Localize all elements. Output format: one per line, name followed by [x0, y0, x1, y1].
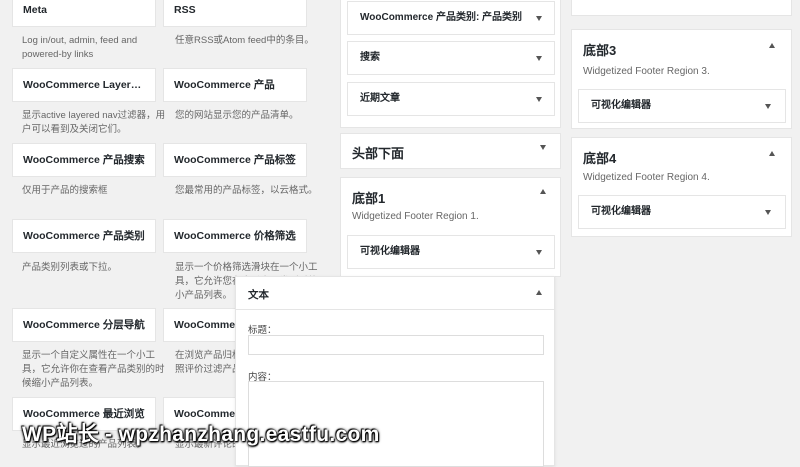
widget-description: 您的网站显示您的产品清单。: [175, 110, 299, 121]
expand-arrow-icon[interactable]: [765, 210, 771, 215]
expand-arrow-icon[interactable]: [536, 97, 542, 102]
widget-card[interactable]: WooCommerce 分层导航: [12, 308, 156, 342]
widget-row[interactable]: 搜索: [347, 41, 555, 75]
expand-arrow-icon[interactable]: [536, 56, 542, 61]
widget-card[interactable]: Meta: [12, 0, 156, 27]
widget-card[interactable]: WooCommerce 产品类别: [12, 219, 156, 253]
widget-card[interactable]: RSS: [163, 0, 307, 27]
expand-arrow-icon[interactable]: [540, 145, 546, 150]
widget-row-label: 可视化编辑器: [360, 246, 420, 257]
widget-card[interactable]: WooCommerce 产品标签: [163, 143, 307, 177]
widget-description: 显示一个自定义属性在一个小工具，它允许你在查看产品类别的时候缩小产品列表。: [22, 350, 165, 389]
collapse-arrow-icon[interactable]: [769, 43, 775, 48]
expand-arrow-icon[interactable]: [536, 16, 542, 21]
widget-description: Log in/out, admin, feed and powered-by l…: [22, 35, 138, 60]
widget-card[interactable]: WooCommerce Layered...: [12, 68, 156, 102]
widget-description: 显示active layered nav过滤器，用户可以看到及关闭它们。: [22, 110, 166, 135]
collapse-arrow-icon[interactable]: [540, 189, 546, 194]
widget-description: 仅用于产品的搜索框: [22, 185, 108, 196]
widget-row-label: 可视化编辑器: [591, 206, 651, 217]
text-widget-header[interactable]: 文本: [236, 277, 554, 310]
sidebar-area-footer3: 底部3 Widgetized Footer Region 3. 可视化编辑器: [571, 29, 792, 129]
sidebar-area-title: 底部1: [352, 191, 386, 206]
title-input[interactable]: [248, 335, 544, 355]
sidebar-area-title: 底部4: [583, 151, 617, 166]
collapse-arrow-icon[interactable]: [536, 290, 542, 295]
expand-arrow-icon[interactable]: [536, 250, 542, 255]
widget-row[interactable]: 可视化编辑器: [578, 195, 786, 229]
widget-description: 您最常用的产品标签，以云格式。: [175, 185, 318, 196]
widget-description: 产品类别列表或下拉。: [22, 262, 118, 273]
widget-row[interactable]: WooCommerce 产品类别: 产品类别: [347, 1, 555, 35]
widget-row-label: WooCommerce 产品类别: 产品类别: [360, 12, 523, 23]
watermark-text: WP站长 - wpzhanzhang.eastfu.com: [22, 423, 380, 446]
widget-row-label: 近期文章: [360, 93, 400, 104]
expand-arrow-icon[interactable]: [765, 104, 771, 109]
widget-row[interactable]: 可视化编辑器: [347, 235, 555, 269]
widget-card[interactable]: WooCommerce 产品: [163, 68, 307, 102]
widget-row-label: 搜索: [360, 52, 380, 63]
widget-description: 任意RSS或Atom feed中的条目。: [175, 35, 314, 46]
sidebar-area-footer1: 底部1 Widgetized Footer Region 1. 可视化编辑器: [340, 177, 561, 277]
sidebar-area-description: Widgetized Footer Region 1.: [352, 211, 479, 222]
title-field-label: 标题：: [248, 325, 277, 336]
sidebar-area-top: WooCommerce 产品类别: 产品类别 搜索 近期文章: [340, 0, 561, 128]
widget-row[interactable]: 可视化编辑器: [578, 89, 786, 123]
sidebar-area-description: Widgetized Footer Region 3.: [583, 66, 710, 77]
sidebar-area-header-below[interactable]: 头部下面: [340, 133, 561, 169]
text-widget-title: 文本: [248, 289, 269, 301]
sidebar-area-description: Widgetized Footer Region 4.: [583, 172, 710, 183]
widget-card[interactable]: WooCommerce 价格筛选: [163, 219, 307, 253]
collapse-arrow-icon[interactable]: [769, 151, 775, 156]
sidebar-area-title: 底部3: [583, 43, 617, 58]
sidebar-area-top-right: [571, 0, 792, 16]
sidebar-area-title: 头部下面: [352, 146, 405, 161]
widget-row[interactable]: 近期文章: [347, 82, 555, 116]
widget-card[interactable]: WooCommerce 产品搜索: [12, 143, 156, 177]
widget-row-label: 可视化编辑器: [591, 100, 651, 111]
sidebar-area-footer4: 底部4 Widgetized Footer Region 4. 可视化编辑器: [571, 137, 792, 237]
